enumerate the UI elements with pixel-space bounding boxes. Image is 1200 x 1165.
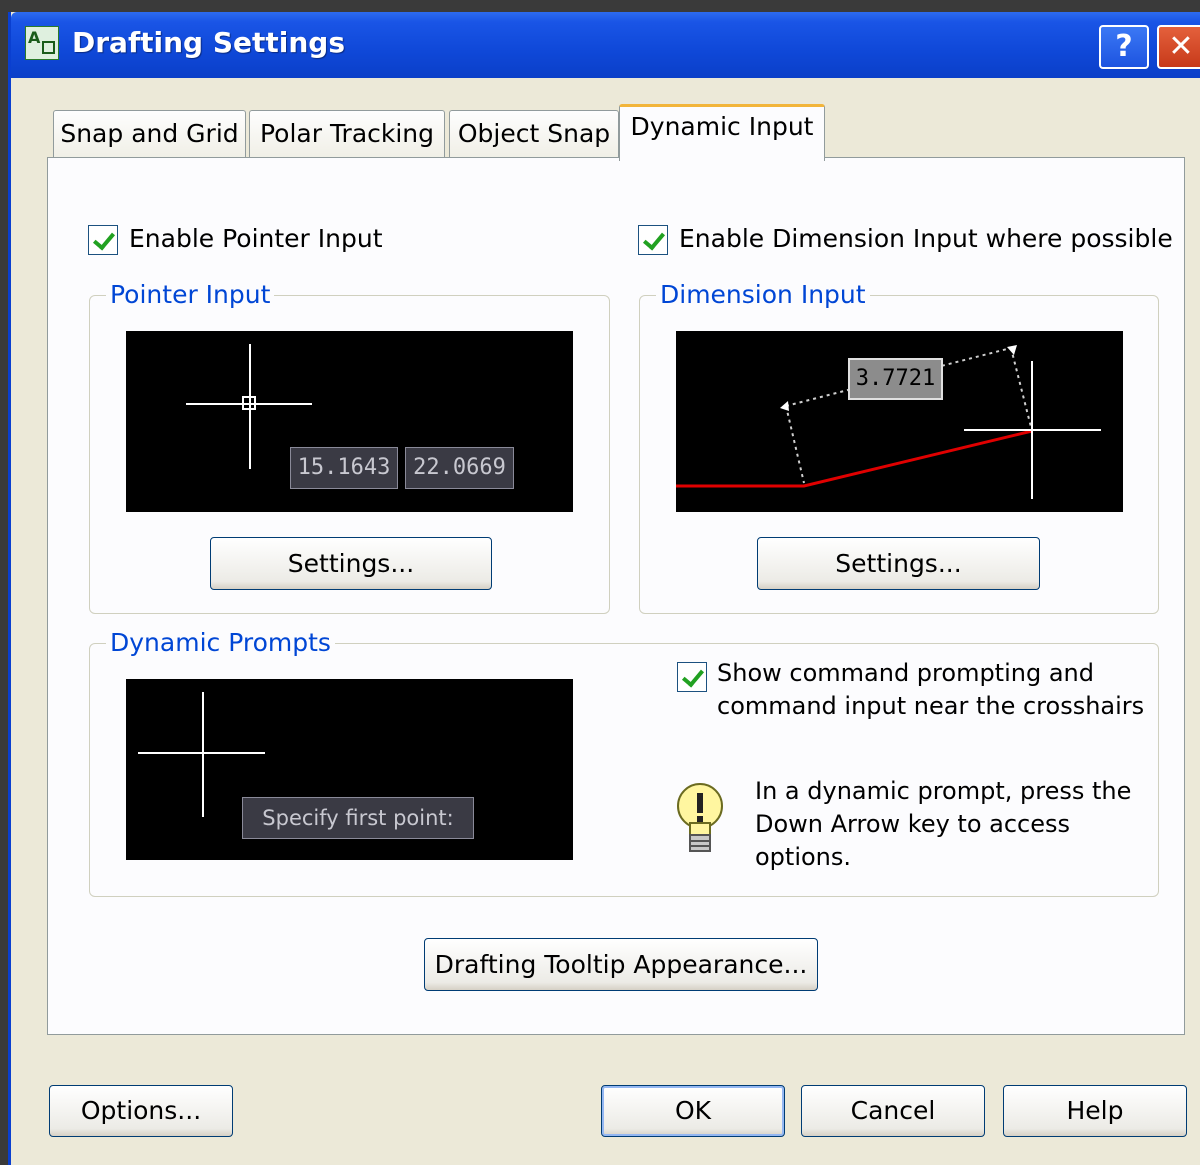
tab-snap-and-grid[interactable]: Snap and Grid bbox=[53, 110, 246, 158]
show-command-prompting-label: Show command prompting and command input… bbox=[717, 657, 1144, 723]
pointer-input-settings-button[interactable]: Settings... bbox=[210, 537, 492, 590]
options-button[interactable]: Options... bbox=[49, 1085, 233, 1137]
pickbox-icon bbox=[242, 396, 256, 410]
tab-object-snap[interactable]: Object Snap bbox=[449, 110, 619, 158]
pointer-input-title: Pointer Input bbox=[106, 280, 275, 309]
dimension-value-field: 3.7721 bbox=[848, 358, 943, 400]
tab-dynamic-input[interactable]: Dynamic Input bbox=[619, 104, 825, 161]
cancel-button[interactable]: Cancel bbox=[801, 1085, 985, 1137]
enable-dimension-input-checkbox[interactable] bbox=[638, 225, 668, 255]
dynamic-prompts-group: Dynamic Prompts Specify first point: Sho… bbox=[89, 628, 1159, 897]
enable-pointer-input-label: Enable Pointer Input bbox=[129, 224, 383, 253]
help-title-button[interactable]: ? bbox=[1099, 25, 1149, 69]
prompt-tooltip: Specify first point: bbox=[242, 797, 474, 839]
dimension-input-settings-button[interactable]: Settings... bbox=[757, 537, 1040, 590]
pointer-y-coordinate: 22.0669 bbox=[405, 447, 514, 489]
crosshair-vertical bbox=[202, 692, 204, 817]
hint-line3: options. bbox=[755, 843, 852, 871]
title-bar[interactable]: A Drafting Settings ? ✕ bbox=[11, 12, 1200, 78]
pointer-input-preview: 15.1643 22.0669 bbox=[126, 331, 573, 512]
hint-line2: Down Arrow key to access bbox=[755, 810, 1071, 838]
help-button[interactable]: Help bbox=[1003, 1085, 1187, 1137]
tab-panel-dynamic-input: Enable Pointer Input Enable Dimension In… bbox=[47, 157, 1185, 1035]
enable-pointer-input-checkbox[interactable] bbox=[88, 225, 118, 255]
crosshair-horizontal bbox=[138, 752, 265, 754]
tab-polar-tracking[interactable]: Polar Tracking bbox=[249, 110, 445, 158]
pointer-x-coordinate: 15.1643 bbox=[290, 447, 398, 489]
dimension-input-title: Dimension Input bbox=[656, 280, 870, 309]
dynamic-prompts-title: Dynamic Prompts bbox=[106, 628, 335, 657]
close-button[interactable]: ✕ bbox=[1157, 25, 1200, 69]
app-icon: A bbox=[25, 26, 59, 60]
drafting-tooltip-appearance-button[interactable]: Drafting Tooltip Appearance... bbox=[424, 938, 818, 991]
lightbulb-icon bbox=[677, 783, 723, 852]
show-command-prompting-checkbox[interactable] bbox=[677, 662, 707, 692]
show-command-prompting-line1: Show command prompting and bbox=[717, 659, 1094, 687]
drafting-settings-dialog: A Drafting Settings ? ✕ Snap and Grid Po… bbox=[8, 12, 1200, 1165]
window-title: Drafting Settings bbox=[72, 26, 345, 59]
enable-dimension-input-label: Enable Dimension Input where possible bbox=[679, 224, 1173, 253]
pointer-input-group: Pointer Input 15.1643 22.0669 Settings..… bbox=[89, 280, 610, 614]
show-command-prompting-line2: command input near the crosshairs bbox=[717, 692, 1145, 720]
hint-line1: In a dynamic prompt, press the bbox=[755, 777, 1132, 805]
ok-button[interactable]: OK bbox=[601, 1085, 785, 1137]
dimension-input-group: Dimension Input 3.7721 Settings... bbox=[639, 280, 1159, 614]
dynamic-prompts-preview: Specify first point: bbox=[126, 679, 573, 860]
dimension-input-preview: 3.7721 bbox=[676, 331, 1123, 512]
dynamic-prompt-hint: In a dynamic prompt, press the Down Arro… bbox=[755, 775, 1131, 874]
